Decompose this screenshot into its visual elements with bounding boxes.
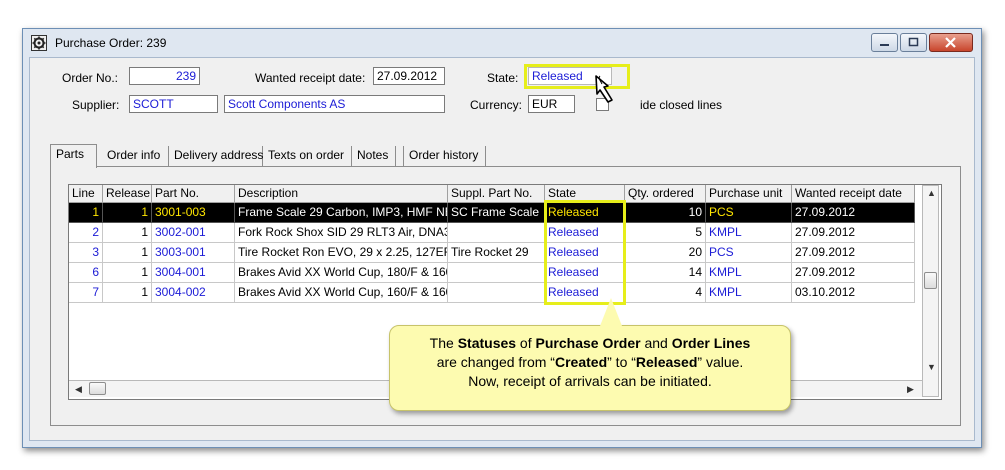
wanted-receipt-label: Wanted receipt date:	[255, 71, 366, 85]
cell-release: 1	[103, 243, 152, 263]
cell-wanted-date: 27.09.2012	[792, 203, 915, 223]
cell-wanted-date: 03.10.2012	[792, 283, 915, 303]
cell-line: 1	[69, 203, 103, 223]
hand-cursor-icon	[595, 75, 613, 103]
cell-description: Tire Rocket Ron EVO, 29 x 2.25, 127EF	[235, 243, 448, 263]
scroll-right-icon[interactable]: ▶	[907, 384, 914, 395]
table-row[interactable]: 3 1 3003-001 Tire Rocket Ron EVO, 29 x 2…	[69, 243, 917, 263]
supplier-code-field[interactable]: SCOTT	[129, 95, 218, 113]
cell-qty: 14	[625, 263, 706, 283]
cell-description: Frame Scale 29 Carbon, IMP3, HMF NE	[235, 203, 448, 223]
column-header-qty-ordered[interactable]: Qty. ordered	[625, 185, 706, 203]
hide-closed-lines-label: ide closed lines	[640, 98, 723, 112]
gear-icon	[31, 35, 47, 51]
cell-line: 6	[69, 263, 103, 283]
table-row[interactable]: 1 1 3001-003 Frame Scale 29 Carbon, IMP3…	[69, 203, 917, 223]
close-icon	[945, 37, 956, 48]
cell-line: 3	[69, 243, 103, 263]
table-row[interactable]: 7 1 3004-002 Brakes Avid XX World Cup, 1…	[69, 283, 917, 303]
cell-part-no: 3001-003	[152, 203, 235, 223]
cell-line: 7	[69, 283, 103, 303]
scroll-down-icon[interactable]: ▼	[927, 362, 936, 372]
currency-label: Currency:	[470, 98, 523, 112]
cell-part-no: 3003-001	[152, 243, 235, 263]
tab-parts[interactable]: Parts	[50, 144, 97, 168]
tab-delivery-address[interactable]: Delivery address	[169, 146, 263, 166]
column-header-suppl-part-no[interactable]: Suppl. Part No.	[448, 185, 545, 203]
currency-field[interactable]: EUR	[528, 95, 575, 113]
cell-part-no: 3004-001	[152, 263, 235, 283]
vertical-scrollbar[interactable]: ▲ ▼	[922, 185, 939, 397]
table-row[interactable]: 2 1 3002-001 Fork Rock Shox SID 29 RLT3 …	[69, 223, 917, 243]
cell-unit: KMPL	[706, 263, 792, 283]
state-column-highlight	[544, 200, 626, 305]
cell-qty: 4	[625, 283, 706, 303]
horizontal-scroll-thumb[interactable]	[89, 382, 106, 395]
table-row[interactable]: 6 1 3004-001 Brakes Avid XX World Cup, 1…	[69, 263, 917, 283]
callout-pointer	[600, 298, 622, 326]
cell-description: Brakes Avid XX World Cup, 180/F & 160	[235, 263, 448, 283]
cell-qty: 5	[625, 223, 706, 243]
tab-texts-on-order[interactable]: Texts on order	[263, 146, 352, 166]
cell-unit: KMPL	[706, 283, 792, 303]
cell-release: 1	[103, 203, 152, 223]
cell-wanted-date: 27.09.2012	[792, 223, 915, 243]
tab-order-info[interactable]: Order info	[102, 146, 169, 166]
cell-suppl-part-no: Tire Rocket 29	[448, 243, 545, 263]
status-change-callout: The Statuses of Purchase Order and Order…	[389, 325, 791, 411]
minimize-icon	[880, 44, 889, 46]
minimize-button[interactable]	[871, 33, 898, 52]
cell-description: Fork Rock Shox SID 29 RLT3 Air, DNA3	[235, 223, 448, 243]
cell-part-no: 3002-001	[152, 223, 235, 243]
tab-notes[interactable]: Notes	[352, 146, 396, 166]
cell-description: Brakes Avid XX World Cup, 160/F & 160	[235, 283, 448, 303]
cell-qty: 10	[625, 203, 706, 223]
callout-line-3: Now, receipt of arrivals can be initiate…	[468, 373, 712, 389]
vertical-scroll-thumb[interactable]	[924, 272, 937, 289]
cell-wanted-date: 27.09.2012	[792, 263, 915, 283]
cell-line: 2	[69, 223, 103, 243]
cell-qty: 20	[625, 243, 706, 263]
cell-suppl-part-no	[448, 223, 545, 243]
order-no-label: Order No.:	[62, 71, 119, 85]
cell-release: 1	[103, 283, 152, 303]
tab-order-history[interactable]: Order history	[403, 146, 486, 166]
cell-unit: KMPL	[706, 223, 792, 243]
order-no-field[interactable]: 239	[129, 67, 200, 85]
column-header-purchase-unit[interactable]: Purchase unit	[706, 185, 792, 203]
scroll-up-icon[interactable]: ▲	[927, 188, 936, 198]
supplier-label: Supplier:	[72, 98, 120, 112]
title-bar[interactable]: Purchase Order: 239	[23, 29, 981, 57]
column-header-wanted-receipt-date[interactable]: Wanted receipt date	[792, 185, 915, 203]
callout-line-1: The Statuses of Purchase Order and Order…	[429, 335, 751, 351]
cell-part-no: 3004-002	[152, 283, 235, 303]
supplier-name-field[interactable]: Scott Components AS	[224, 95, 445, 113]
callout-line-2: are changed from “Created” to “Released”…	[436, 354, 744, 370]
scroll-left-icon[interactable]: ◀	[75, 384, 82, 395]
column-header-line[interactable]: Line	[69, 185, 103, 203]
maximize-button[interactable]	[900, 33, 927, 52]
close-button[interactable]	[929, 33, 973, 52]
state-label: State:	[487, 71, 519, 85]
cell-suppl-part-no	[448, 263, 545, 283]
cell-unit: PCS	[706, 203, 792, 223]
column-header-part-no[interactable]: Part No.	[152, 185, 235, 203]
cell-unit: PCS	[706, 243, 792, 263]
cell-suppl-part-no: SC Frame Scale	[448, 203, 545, 223]
column-header-description[interactable]: Description	[235, 185, 448, 203]
cell-suppl-part-no	[448, 283, 545, 303]
cell-wanted-date: 27.09.2012	[792, 243, 915, 263]
window-title: Purchase Order: 239	[55, 36, 167, 50]
wanted-receipt-date-field[interactable]: 27.09.2012	[373, 67, 445, 85]
cell-release: 1	[103, 223, 152, 243]
cell-release: 1	[103, 263, 152, 283]
column-header-release[interactable]: Release	[103, 185, 152, 203]
maximize-icon	[908, 37, 919, 47]
